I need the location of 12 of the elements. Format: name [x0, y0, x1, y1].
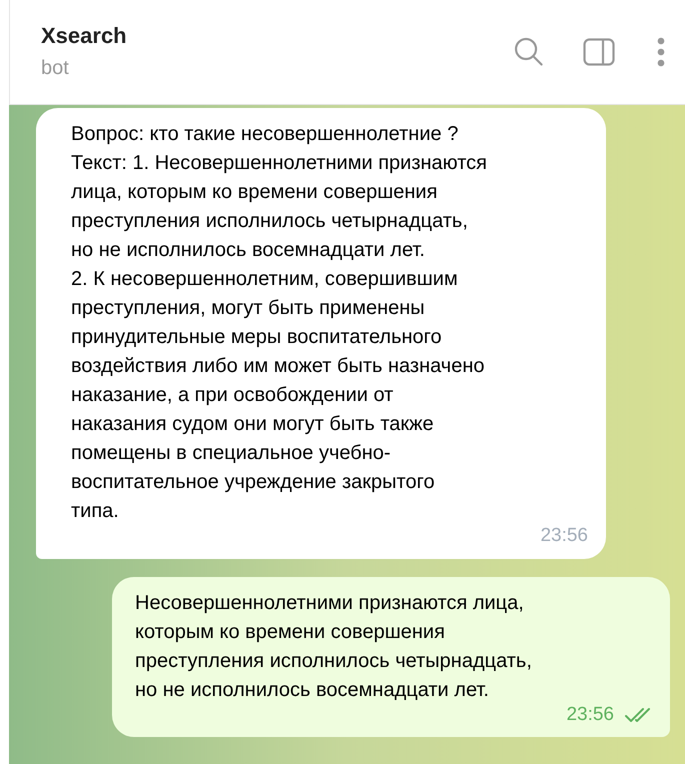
more-icon — [657, 37, 665, 67]
message-time: 23:56 — [566, 702, 614, 726]
message-text: Вопрос: кто такие несовершеннолетние ? Текст: 1. Несовершеннолетними признаются лица, которым ко времени совершения преступления исполнилось четырнадцать, но не исполнилось восемнадцати лет. 2. К несовершеннолетним, совершившим преступления, могут быть применены принудительные меры воспитательного воздействия либо им может быть назначено наказание, а при освобождении от наказания судом они могут быть также помещены в специальное учебно- воспитательное учреждение закрытого типа. — [71, 122, 488, 524]
chat-subtitle: bot — [41, 56, 70, 81]
side-panel-button[interactable] — [583, 38, 615, 66]
search-button[interactable] — [513, 36, 545, 68]
more-button[interactable] — [657, 37, 665, 67]
side-panel-icon — [583, 38, 615, 66]
message-text: Несовершеннолетними признаются лица, которым ко времени совершения преступления исполнилось четырнадцать, но не исполнилось восемнадцати лет. — [135, 590, 533, 702]
message-time: 23:56 — [540, 524, 588, 548]
chat-title: Xsearch — [41, 22, 128, 50]
search-icon — [513, 36, 545, 68]
